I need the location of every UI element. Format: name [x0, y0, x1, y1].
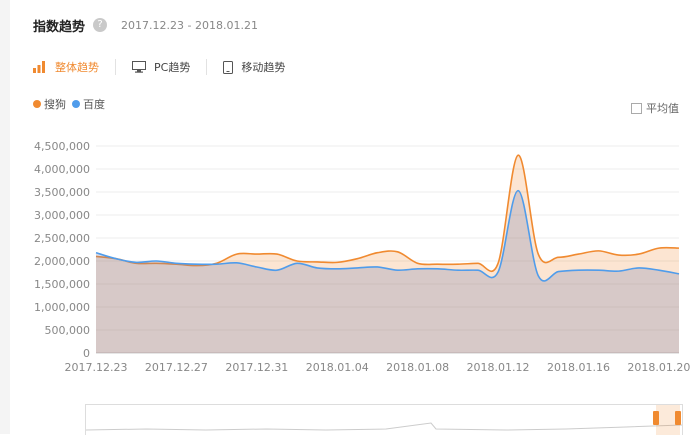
average-toggle[interactable]: 平均值 — [631, 100, 679, 116]
chart-header: 指数趋势 ? 2017.12.23 - 2018.01.21 — [33, 14, 258, 36]
y-tick-label: 2,000,000 — [34, 255, 90, 268]
tab-overall-trend[interactable]: 整体趋势 — [33, 59, 99, 75]
y-tick-label: 1,000,000 — [34, 301, 90, 314]
chart-legend: 搜狗 百度 — [33, 96, 111, 112]
y-tick-label: 3,000,000 — [34, 209, 90, 222]
x-tick-label: 2018.01.08 — [386, 361, 449, 374]
y-tick-label: 3,500,000 — [34, 186, 90, 199]
y-tick-label: 0 — [83, 347, 90, 360]
y-tick-label: 500,000 — [45, 324, 91, 337]
phone-icon — [223, 60, 234, 74]
tab-pc-trend[interactable]: PC趋势 — [132, 59, 190, 75]
tab-pc-label: PC趋势 — [154, 61, 191, 74]
y-tick-label: 1,500,000 — [34, 278, 90, 291]
x-tick-label: 2017.12.31 — [225, 361, 288, 374]
legend-item-baidu[interactable]: 百度 — [72, 96, 105, 112]
x-tick-label: 2018.01.04 — [306, 361, 369, 374]
x-tick-label: 2017.12.27 — [145, 361, 208, 374]
x-tick-label: 2017.12.23 — [65, 361, 128, 374]
tab-mobile-label: 移动趋势 — [241, 61, 286, 74]
navigator-sparkline — [86, 422, 682, 431]
average-label: 平均值 — [646, 102, 679, 115]
tab-overall-label: 整体趋势 — [55, 61, 99, 74]
x-tick-label: 2018.01.20 — [627, 361, 690, 374]
question-circle-icon[interactable]: ? — [93, 18, 108, 32]
bar-chart-icon — [33, 61, 45, 73]
y-tick-label: 2,500,000 — [34, 232, 90, 245]
average-checkbox[interactable] — [631, 102, 642, 114]
y-tick-label: 4,000,000 — [34, 163, 90, 176]
x-tick-label: 2018.01.16 — [547, 361, 610, 374]
tab-mobile-trend[interactable]: 移动趋势 — [223, 59, 285, 75]
monitor-icon — [132, 61, 146, 73]
y-tick-label: 4,500,000 — [34, 140, 90, 153]
tab-divider — [206, 59, 208, 75]
baidu-dot — [72, 100, 80, 108]
legend-label: 搜狗 — [44, 98, 66, 111]
navigator-handle-right[interactable] — [675, 411, 681, 425]
date-range: 2017.12.23 - 2018.01.21 — [121, 18, 258, 32]
trend-tabs: 整体趋势 PC趋势 移动趋势 — [33, 57, 285, 77]
legend-item-sogou[interactable]: 搜狗 — [33, 96, 66, 112]
legend-label: 百度 — [83, 98, 105, 111]
range-navigator[interactable] — [85, 404, 683, 435]
tab-divider — [115, 59, 116, 75]
x-tick-label: 2018.01.12 — [467, 361, 530, 374]
sogou-dot — [33, 100, 41, 108]
page-title: 指数趋势 — [33, 19, 86, 35]
trend-chart: 0 500,000 1,000,000 1,500,000 2,000,000 2,500… — [34, 140, 690, 374]
navigator-handle-left[interactable] — [653, 411, 659, 425]
